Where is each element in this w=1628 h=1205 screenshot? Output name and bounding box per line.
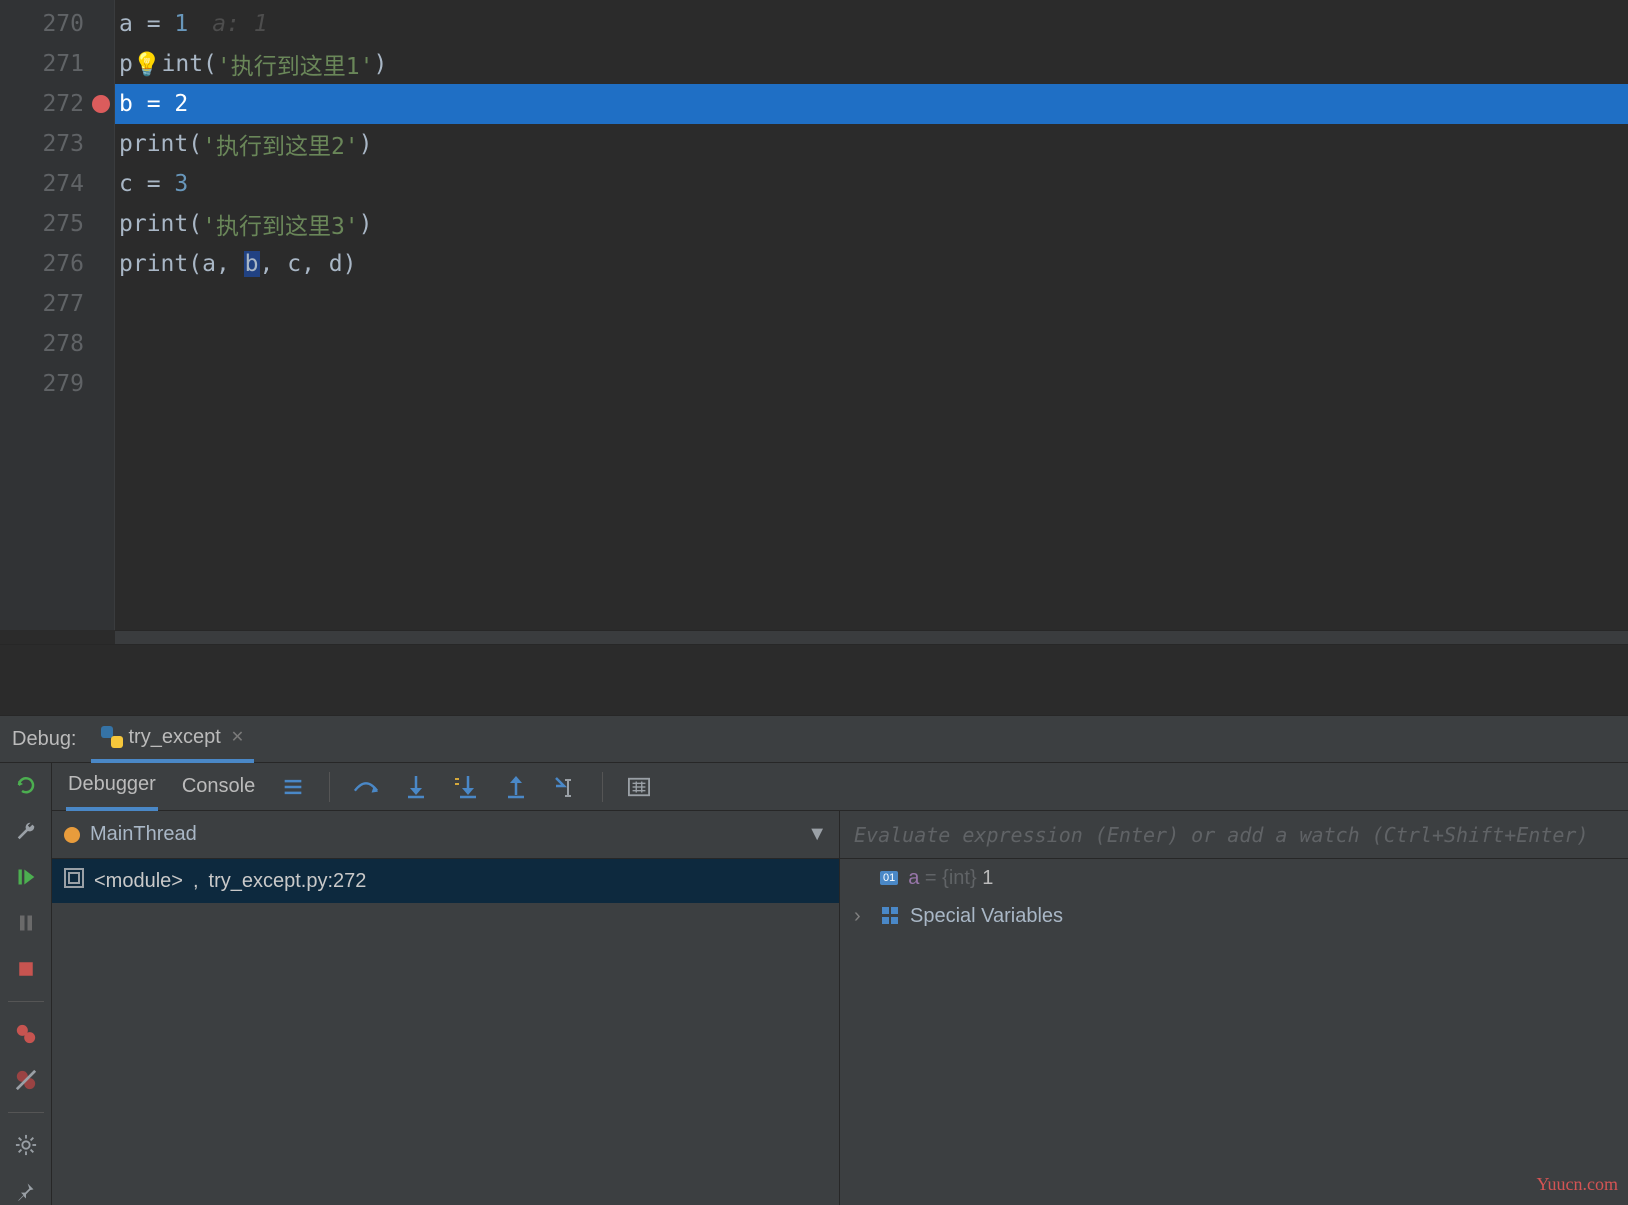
debug-panel-body: Debugger Console [0, 763, 1628, 1205]
debug-config-tab[interactable]: try_except ✕ [91, 715, 255, 763]
breakpoint-icon[interactable] [92, 95, 110, 113]
editor-area: 270 271 272 273 274 275 276 277 278 279 … [0, 0, 1628, 630]
frame-name: <module> [94, 870, 183, 893]
line-number[interactable]: 270 [0, 4, 114, 44]
expand-arrow-icon[interactable]: › [854, 905, 872, 928]
current-execution-line[interactable]: b = 2 [115, 84, 1628, 124]
thread-name: MainThread [90, 823, 197, 846]
line-number[interactable]: 275 [0, 204, 114, 244]
debug-panel-header: Debug: try_except ✕ [0, 715, 1628, 763]
value-type-icon: 01 [880, 871, 898, 885]
step-out-icon[interactable] [502, 773, 530, 801]
separator [8, 1001, 44, 1002]
code-line[interactable]: print('执行到这里2') [115, 124, 1628, 164]
step-into-icon[interactable] [402, 773, 430, 801]
watch-placeholder: Evaluate expression (Enter) or add a wat… [854, 823, 1589, 847]
evaluate-expression-icon[interactable] [625, 773, 653, 801]
code-line[interactable]: print('执行到这里3') [115, 204, 1628, 244]
frame-icon [64, 868, 84, 894]
frames-pane: MainThread ▼ <module>, try_except.py:272 [52, 811, 840, 1205]
rerun-icon[interactable] [12, 771, 40, 799]
separator [602, 772, 603, 802]
tab-debugger[interactable]: Debugger [66, 763, 158, 811]
inline-hint: a: 1 [212, 11, 267, 37]
line-number[interactable]: 277 [0, 284, 114, 324]
debug-panes: MainThread ▼ <module>, try_except.py:272… [52, 811, 1628, 1205]
variables-pane: Evaluate expression (Enter) or add a wat… [840, 811, 1628, 1205]
thread-dump-icon[interactable] [279, 773, 307, 801]
debug-config-name: try_except [129, 726, 221, 749]
thread-status-icon [64, 827, 80, 843]
line-number[interactable]: 278 [0, 324, 114, 364]
special-variables-label: Special Variables [910, 905, 1063, 928]
view-breakpoints-icon[interactable] [12, 1020, 40, 1048]
gutter[interactable]: 270 271 272 273 274 275 276 277 278 279 [0, 0, 115, 630]
code-line[interactable]: p💡int('执行到这里1') [115, 44, 1628, 84]
special-variables-row[interactable]: › Special Variables [840, 897, 1628, 935]
separator [8, 1112, 44, 1113]
separator [329, 772, 330, 802]
run-to-cursor-icon[interactable] [552, 773, 580, 801]
chevron-down-icon[interactable]: ▼ [807, 823, 827, 846]
bulb-icon[interactable]: 💡 [133, 51, 162, 78]
thread-selector[interactable]: MainThread ▼ [52, 811, 839, 859]
group-icon [882, 907, 900, 925]
python-icon [101, 726, 123, 748]
code-line[interactable]: a = 1a: 1 [115, 4, 1628, 44]
line-number[interactable]: 276 [0, 244, 114, 284]
line-number[interactable]: 279 [0, 364, 114, 404]
pin-icon[interactable] [12, 1177, 40, 1205]
pause-icon[interactable] [12, 909, 40, 937]
tab-console[interactable]: Console [180, 771, 257, 802]
code-line[interactable]: print(a, b, c, d) [115, 244, 1628, 284]
code-line[interactable]: c = 3 [115, 164, 1628, 204]
watermark: Yuucn.com [1537, 1174, 1618, 1195]
debug-label: Debug: [12, 728, 77, 751]
debug-main: Debugger Console [52, 763, 1628, 1205]
line-number[interactable]: 274 [0, 164, 114, 204]
wrench-icon[interactable] [12, 817, 40, 845]
debug-toolbar: Debugger Console [52, 763, 1628, 811]
mute-breakpoints-icon[interactable] [12, 1066, 40, 1094]
step-over-icon[interactable] [352, 773, 380, 801]
frame-location: try_except.py:272 [209, 870, 367, 893]
editor-horizontal-scrollbar[interactable] [115, 630, 1628, 644]
line-number[interactable]: 273 [0, 124, 114, 164]
line-number[interactable]: 271 [0, 44, 114, 84]
settings-icon[interactable] [12, 1131, 40, 1159]
code-content[interactable]: a = 1a: 1 p💡int('执行到这里1') b = 2 print('执… [115, 0, 1628, 630]
line-number[interactable]: 272 [0, 84, 114, 124]
stop-icon[interactable] [12, 955, 40, 983]
watch-input[interactable]: Evaluate expression (Enter) or add a wat… [840, 811, 1628, 859]
spacer [0, 644, 1628, 715]
step-into-my-code-icon[interactable] [452, 773, 480, 801]
close-icon[interactable]: ✕ [231, 727, 244, 747]
variable-row[interactable]: 01 a = {int} 1 [840, 859, 1628, 897]
stack-frame[interactable]: <module>, try_except.py:272 [52, 859, 839, 903]
debug-sidebar [0, 763, 52, 1205]
resume-icon[interactable] [12, 863, 40, 891]
